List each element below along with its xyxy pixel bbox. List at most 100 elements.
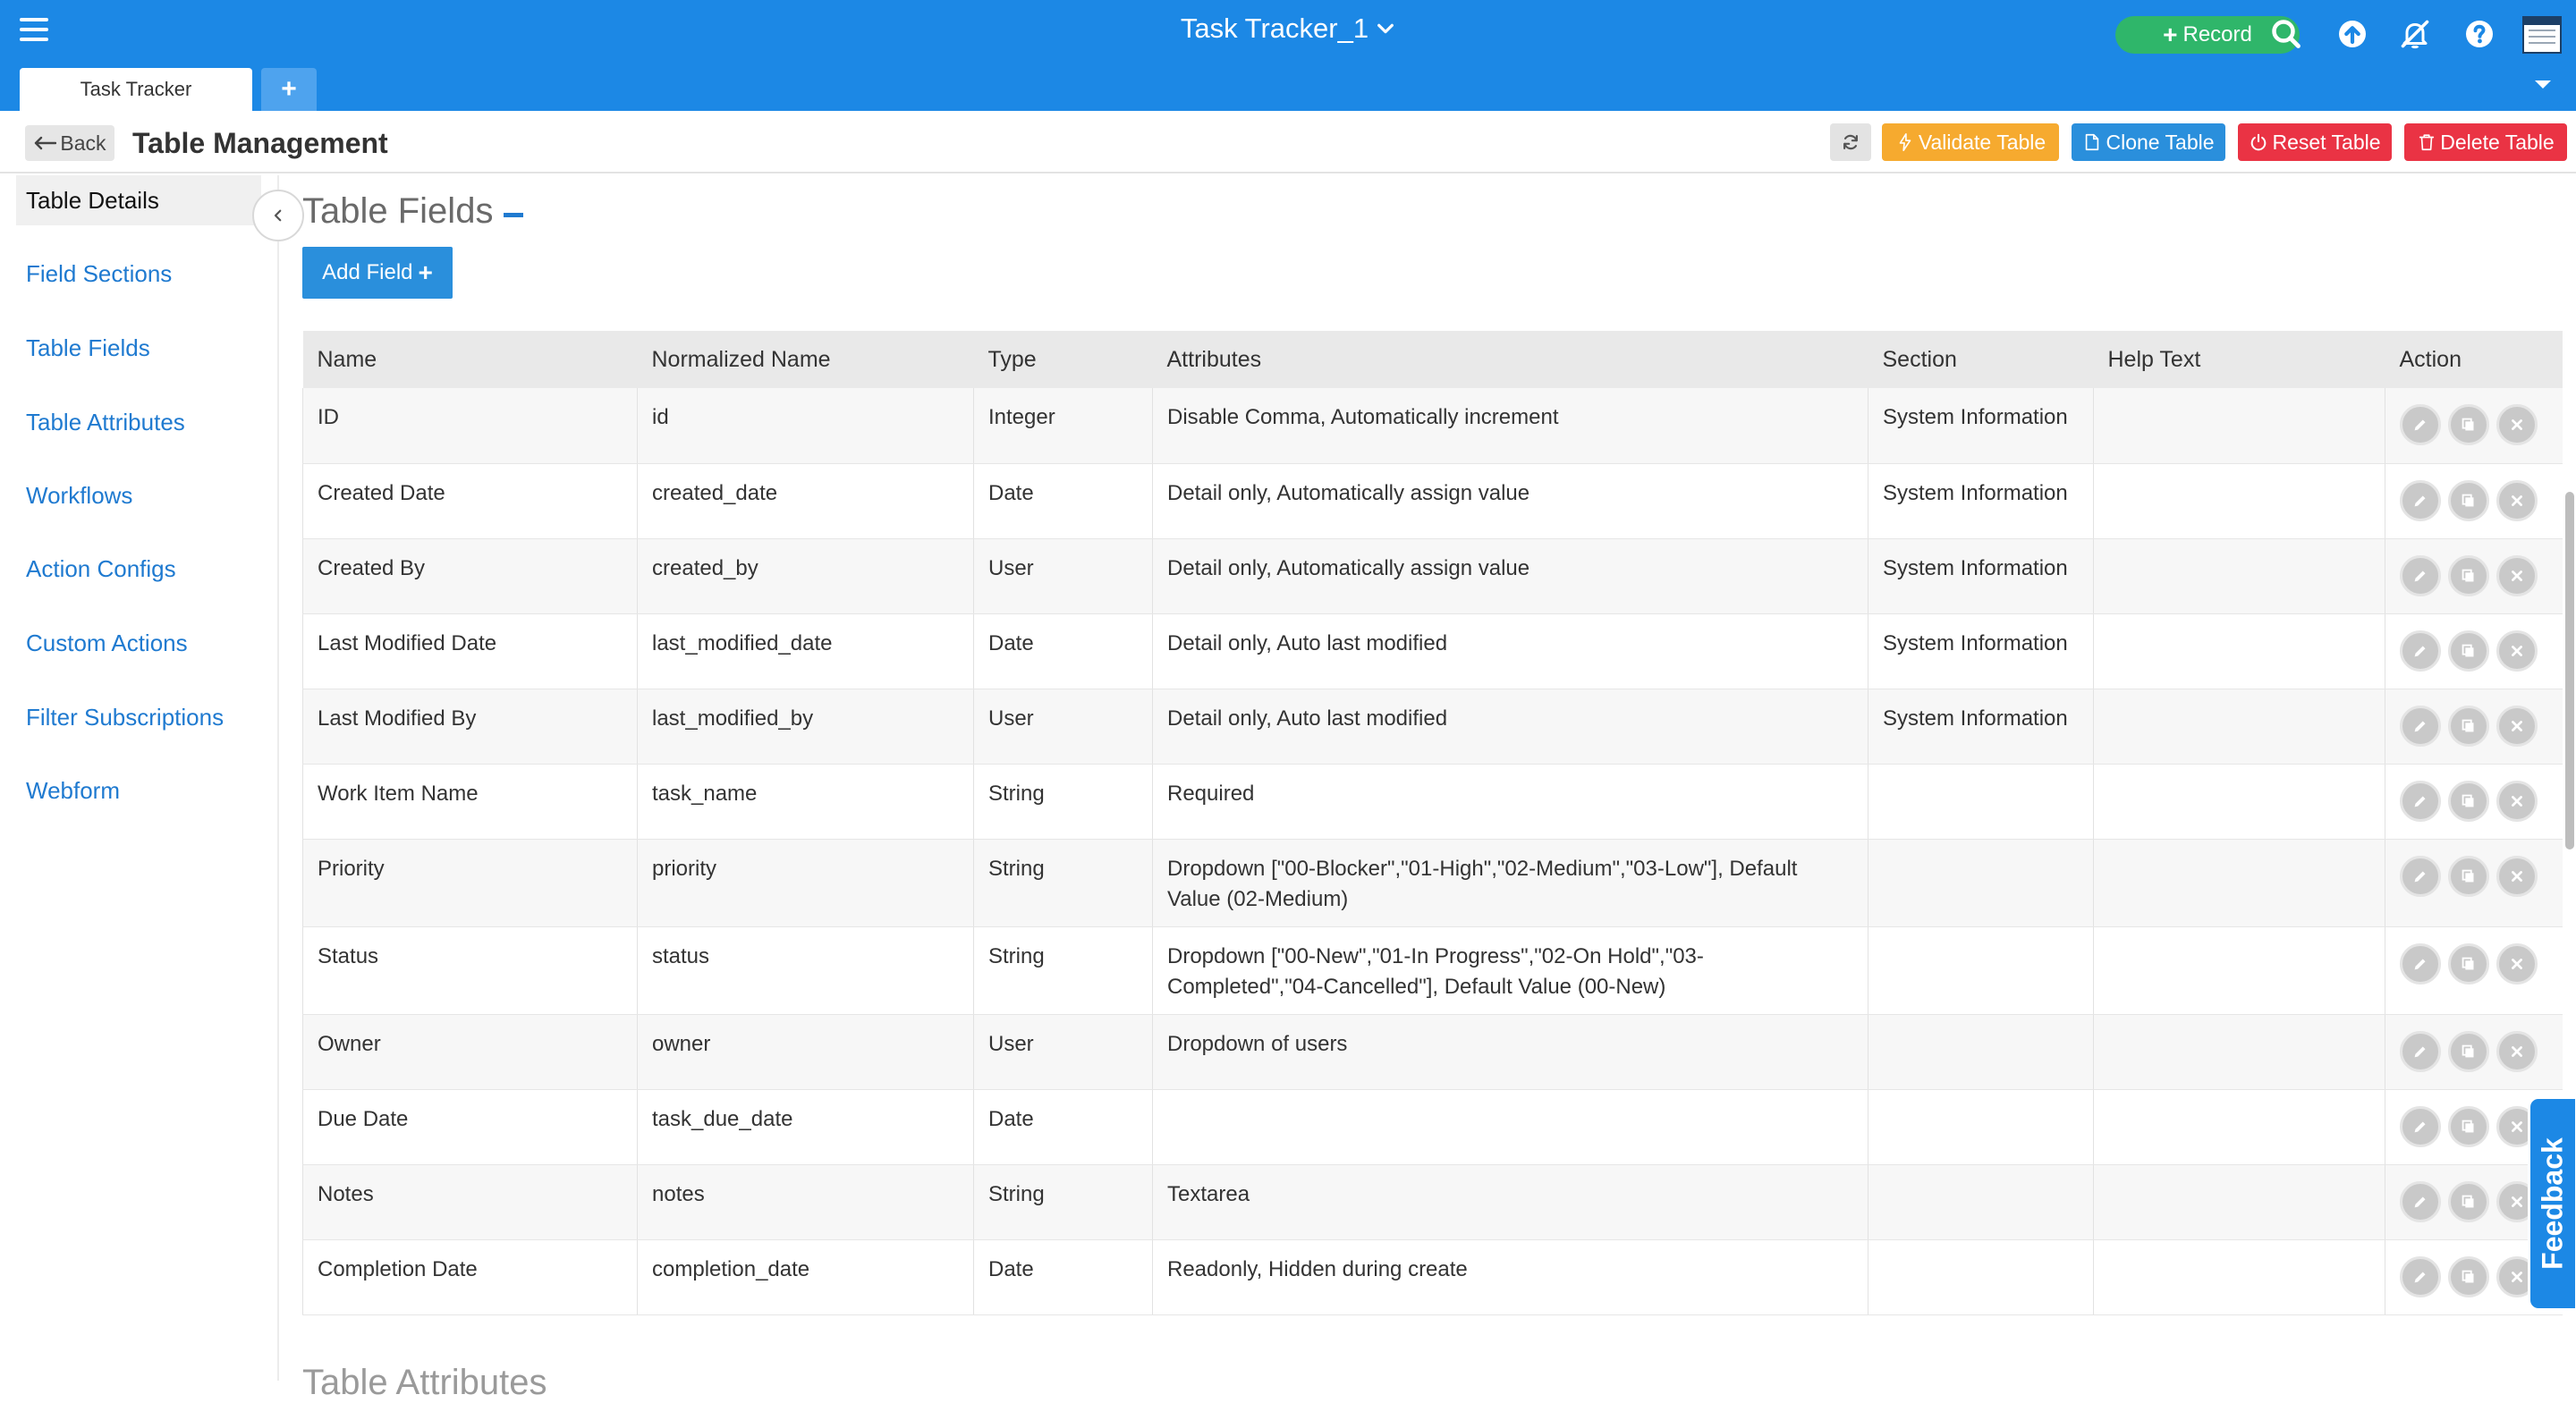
edit-field-button[interactable] [2400,554,2441,596]
sidebar-item-filter-subscriptions[interactable]: Filter Subscriptions [16,692,261,742]
delete-field-button[interactable] [2496,942,2538,985]
sidebar-item-webform[interactable]: Webform [16,765,261,816]
table-row: Status status String Dropdown ["00-New","01… [302,926,2563,1015]
copy-field-button[interactable] [2448,705,2489,747]
refresh-icon [1843,134,1858,150]
add-tab-button[interactable]: + [261,68,317,111]
app-title-dropdown[interactable]: Task Tracker_1 [1181,13,1395,45]
copy-field-button[interactable] [2448,404,2489,445]
delete-field-button[interactable] [2496,479,2538,521]
help-text-cell [2093,764,2385,840]
sidebar-item-table-fields[interactable]: Table Fields [16,323,261,373]
copy-field-button[interactable] [2448,1180,2489,1222]
normalized-name-cell: owner [637,1014,974,1090]
help-text-cell [2093,926,2385,1015]
delete-field-button[interactable] [2496,554,2538,596]
column-header: Normalized Name [637,331,974,388]
field-name-cell: Notes [302,1164,638,1240]
copy-field-button[interactable] [2448,479,2489,521]
copy-field-button[interactable] [2448,554,2489,596]
sidebar-item-action-configs[interactable]: Action Configs [16,544,261,594]
attributes-cell: Detail only, Auto last modified [1152,689,1868,765]
copy-icon [2462,1270,2474,1282]
add-field-button[interactable]: Add Field + [302,247,453,299]
type-cell: Date [973,463,1153,539]
delete-field-button[interactable] [2496,1030,2538,1072]
hamburger-menu-icon[interactable] [20,18,48,43]
clone-table-button[interactable]: Clone Table [2072,123,2225,161]
table-row: Completion Date completion_date Date Readon… [302,1239,2563,1315]
edit-field-button[interactable] [2400,1030,2441,1072]
upload-icon[interactable] [2336,18,2368,50]
copy-icon [2462,794,2474,807]
tab-task-tracker[interactable]: Task Tracker [20,68,252,111]
edit-field-button[interactable] [2400,1180,2441,1222]
action-cell [2385,1014,2563,1090]
delete-field-button[interactable] [2496,630,2538,672]
edit-icon [2414,721,2426,731]
column-header: Type [973,331,1153,388]
back-button[interactable]: Back [25,125,114,161]
copy-field-button[interactable] [2448,1255,2489,1297]
validate-table-button[interactable]: Validate Table [1882,123,2059,161]
help-icon[interactable] [2463,18,2496,50]
search-icon[interactable] [2270,18,2302,50]
delete-field-button[interactable] [2496,705,2538,747]
caret-down-icon[interactable] [2535,80,2551,89]
section-cell: System Information [1868,388,2094,464]
field-name-cell: Work Item Name [302,764,638,840]
sidebar-item-field-sections[interactable]: Field Sections [16,249,261,299]
copy-field-button[interactable] [2448,1105,2489,1147]
delete-field-button[interactable] [2496,855,2538,897]
edit-field-button[interactable] [2400,855,2441,897]
sidebar-item-table-attributes[interactable]: Table Attributes [16,397,261,447]
edit-field-button[interactable] [2400,1255,2441,1297]
sidebar-item-workflows[interactable]: Workflows [16,470,261,520]
delete-field-button[interactable] [2496,780,2538,822]
normalized-name-cell: created_by [637,538,974,614]
copy-field-button[interactable] [2448,780,2489,822]
type-cell: String [973,839,1153,927]
edit-field-button[interactable] [2400,942,2441,985]
attributes-cell: Textarea [1152,1164,1868,1240]
sidebar-item-table-details[interactable]: Table Details [16,175,261,225]
edit-field-button[interactable] [2400,404,2441,445]
delete-icon [2512,958,2522,969]
copy-field-button[interactable] [2448,855,2489,897]
section-cell [1868,1089,2094,1165]
delete-field-button[interactable] [2496,404,2538,445]
delete-table-button[interactable]: Delete Table [2404,123,2567,161]
normalized-name-cell: completion_date [637,1239,974,1315]
scrollbar[interactable] [2565,492,2574,849]
copy-icon [2462,869,2474,882]
power-icon [2251,133,2267,151]
edit-field-button[interactable] [2400,780,2441,822]
back-label: Back [60,131,106,155]
edit-field-button[interactable] [2400,479,2441,521]
refresh-button[interactable] [1830,123,1871,161]
collapse-section-icon[interactable] [504,213,524,217]
column-header: Help Text [2093,331,2385,388]
collapse-sidebar-button[interactable] [252,190,304,241]
section-cell [1868,839,2094,927]
reset-table-button[interactable]: Reset Table [2238,123,2392,161]
sidebar-item-custom-actions[interactable]: Custom Actions [16,618,261,668]
feedback-button[interactable]: Feedback [2528,1096,2576,1311]
edit-field-button[interactable] [2400,630,2441,672]
normalized-name-cell: created_date [637,463,974,539]
attributes-cell: Readonly, Hidden during create [1152,1239,1868,1315]
copy-field-button[interactable] [2448,630,2489,672]
column-header: Attributes [1152,331,1868,388]
edit-field-button[interactable] [2400,705,2441,747]
copy-field-button[interactable] [2448,1030,2489,1072]
copy-field-button[interactable] [2448,942,2489,985]
notifications-off-icon[interactable] [2399,18,2431,50]
help-text-cell [2093,1089,2385,1165]
attributes-cell: Dropdown of users [1152,1014,1868,1090]
calendar-icon[interactable] [2522,16,2562,54]
lightning-icon [1899,133,1911,151]
delete-icon [2512,1120,2522,1132]
column-header: Action [2385,331,2563,388]
field-name-cell: Completion Date [302,1239,638,1315]
edit-field-button[interactable] [2400,1105,2441,1147]
